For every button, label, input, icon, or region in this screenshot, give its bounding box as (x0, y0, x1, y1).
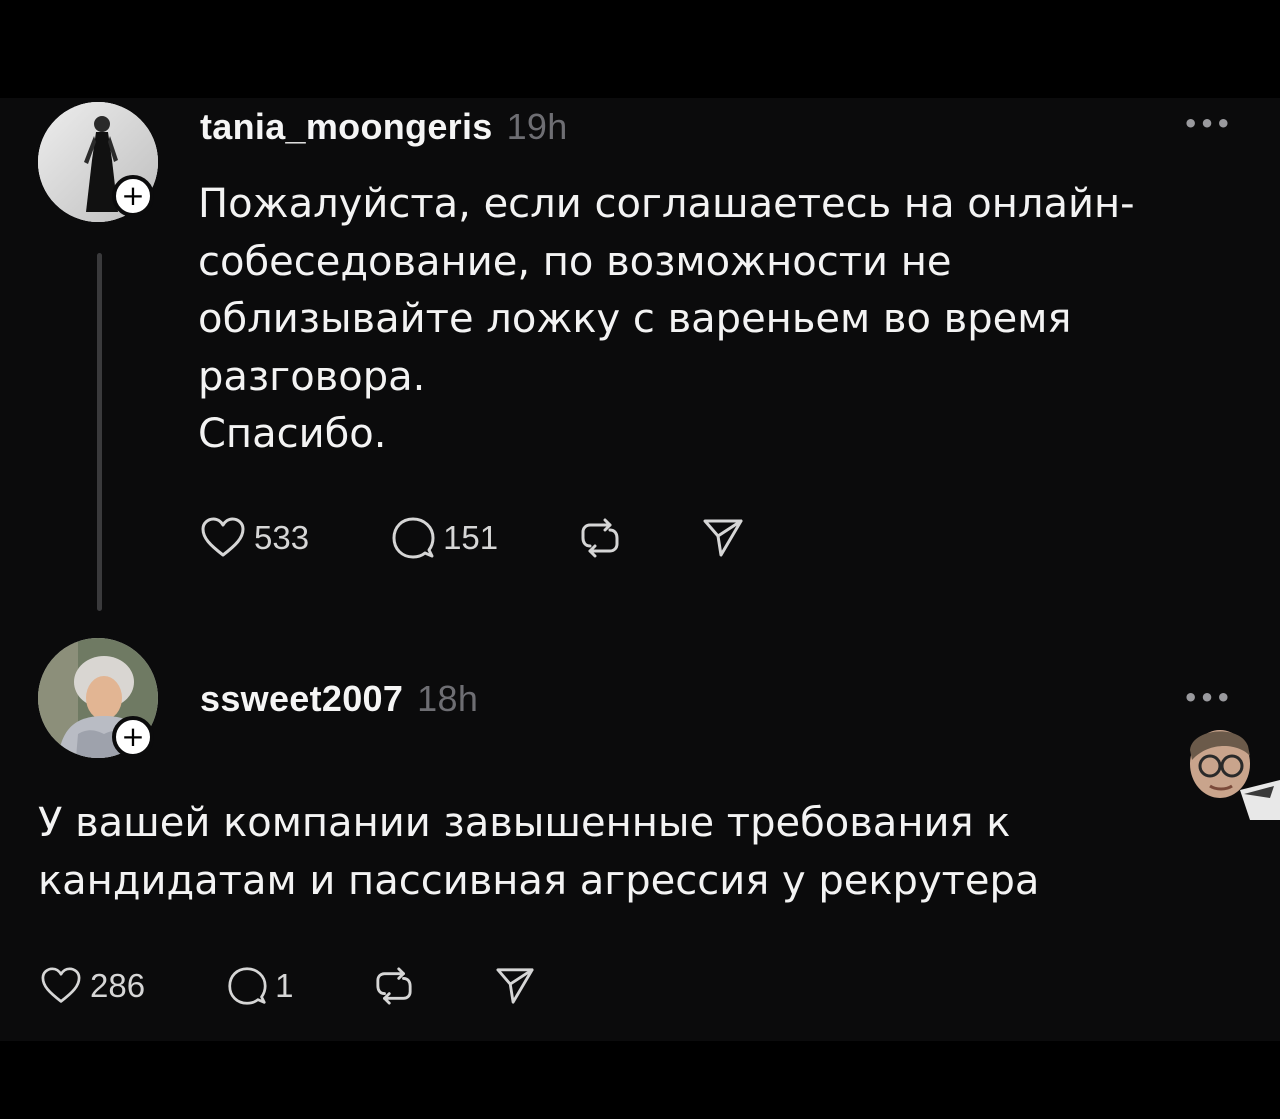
thread-line (97, 253, 102, 611)
post-time: 18h (417, 678, 479, 719)
post-username[interactable]: tania_moongeris 19h (200, 106, 568, 148)
post-actions: 286 1 (40, 966, 535, 1006)
username-text[interactable]: ssweet2007 (200, 678, 403, 719)
repost-button[interactable] (580, 518, 620, 558)
post-body: Пожалуйста, если соглашаетесь на онлайн-… (198, 176, 1135, 464)
reply-count: 151 (443, 519, 499, 556)
like-count: 286 (90, 967, 146, 1004)
reply-button[interactable]: 151 (391, 516, 498, 560)
share-button[interactable] (702, 518, 744, 558)
share-button[interactable] (495, 967, 535, 1005)
comment-icon (228, 967, 267, 1005)
like-count: 533 (254, 519, 310, 556)
post-text-line: облизывайте ложку с вареньем во время (198, 296, 1072, 342)
post-time: 19h (506, 106, 568, 147)
more-options-button[interactable]: ••• (1183, 110, 1232, 138)
comment-icon (392, 517, 435, 559)
follow-button[interactable]: + (112, 716, 154, 758)
username-text[interactable]: tania_moongeris (200, 106, 493, 147)
post-actions: 533 151 (200, 516, 744, 560)
threads-feed: + tania_moongeris 19h ••• Пожалуйста, есл… (0, 98, 1280, 1041)
reply-count: 1 (275, 967, 294, 1004)
send-icon (703, 519, 743, 557)
send-icon (496, 968, 534, 1004)
reply-button[interactable]: 1 (227, 966, 293, 1006)
more-options-button[interactable]: ••• (1183, 684, 1232, 712)
post-text-line: кандидатам и пассивная агрессия у рекрут… (38, 857, 1040, 904)
meme-sticker (1190, 730, 1280, 820)
heart-icon (41, 967, 81, 1003)
repost-icon (581, 518, 619, 558)
post-body: У вашей компании завышенные требования к… (38, 795, 1039, 910)
follow-button[interactable]: + (112, 175, 154, 217)
post-username[interactable]: ssweet2007 18h (200, 678, 478, 720)
heart-icon (201, 517, 245, 557)
like-button[interactable]: 286 (40, 967, 145, 1005)
post-text-line: разговора. (198, 353, 426, 400)
post-text-line: Спасибо. (198, 411, 387, 457)
post-text-line: У вашей компании завышенные требования к (38, 800, 1011, 846)
like-button[interactable]: 533 (200, 517, 309, 559)
repost-icon (376, 967, 412, 1005)
post-text-line: собеседование, по возможности не (198, 238, 952, 285)
post-text-line: Пожалуйста, если соглашаетесь на онлайн- (198, 181, 1135, 227)
repost-button[interactable] (375, 967, 413, 1005)
